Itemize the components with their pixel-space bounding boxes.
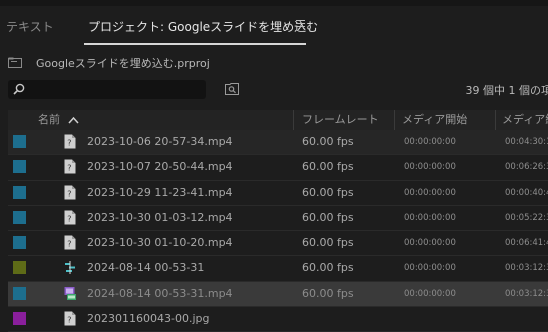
item-framerate: 60.00 fps [302,181,354,205]
item-framerate: 60.00 fps [302,206,354,230]
table-row[interactable]: ? 2023-10-07 20-50-44.mp4 60.00 fps 00:00:0… [8,155,548,180]
svg-text:?: ? [67,214,71,223]
item-media-duration: 00:00:40:46 [505,181,548,205]
label-color-swatch[interactable] [13,261,26,274]
active-tab-underline [84,43,306,45]
svg-text:?: ? [67,189,71,198]
column-divider[interactable] [495,110,496,130]
project-path-row: Googleスライドを埋め込む.prproj [0,52,548,72]
item-media-start: 00:00:00:00 [404,155,456,179]
sort-ascending-icon[interactable] [68,116,79,124]
item-name: 2023-10-06 20-57-34.mp4 [87,130,233,154]
table-header: 名前 フレームレート メディア開始 メディア継 [8,110,548,130]
item-media-start: 00:00:00:00 [404,206,456,230]
sequence-icon [64,260,76,275]
item-count: 39 個中 1 個の項 [466,82,548,98]
item-framerate: 60.00 fps [302,155,354,179]
search-icon [13,83,25,95]
file-icon: ? [64,159,76,174]
table-row[interactable]: ? 2023-10-30 01-03-12.mp4 60.00 fps 00:00:0… [8,206,548,231]
file-icon: ? [64,235,76,250]
item-name: 2023-10-30 01-03-12.mp4 [87,206,233,230]
item-media-start: 00:00:00:00 [404,181,456,205]
label-color-swatch[interactable] [13,287,26,300]
clip-icon [64,286,76,301]
item-media-start: 00:00:00:00 [404,256,456,280]
file-icon: ? [64,311,76,326]
panel-menu-icon[interactable] [296,19,306,29]
svg-text:?: ? [67,164,71,173]
column-divider[interactable] [293,110,294,130]
table-row[interactable]: ? 2023-10-29 11-23-41.mp4 60.00 fps 00:00:0… [8,181,548,206]
table-row[interactable]: ? 202301160043-00.jpg [8,307,548,332]
label-color-swatch[interactable] [13,312,26,325]
table-body: ? 2023-10-06 20-57-34.mp4 60.00 fps 00:00:0… [8,130,548,332]
item-name: 2023-10-07 20-50-44.mp4 [87,155,233,179]
tab-project[interactable]: プロジェクト: Googleスライドを埋め込む [88,18,318,35]
search-input[interactable] [8,80,206,99]
panel-tab-bar: テキスト プロジェクト: Googleスライドを埋め込む [0,6,548,46]
item-name: 2024-08-14 00-53-31 [87,256,204,280]
svg-text:?: ? [67,316,71,325]
item-media-start: 00:00:00:00 [404,282,456,306]
item-name: 2023-10-29 11-23-41.mp4 [87,181,233,205]
label-color-swatch[interactable] [13,186,26,199]
item-name: 2024-08-14 00-53-31.mp4 [87,282,233,306]
item-media-duration: 00:04:30:15 [505,130,548,154]
column-header-media-duration[interactable]: メディア継 [502,110,548,130]
file-icon: ? [64,134,76,149]
svg-text:?: ? [67,240,71,249]
label-color-swatch[interactable] [13,236,26,249]
item-framerate: 60.00 fps [302,256,354,280]
item-media-duration: 00:03:12:30 [505,282,548,306]
file-icon: ? [64,185,76,200]
column-header-media-start[interactable]: メディア開始 [402,110,467,130]
label-color-swatch[interactable] [13,160,26,173]
item-name: 202301160043-00.jpg [87,307,209,331]
table-row[interactable]: ? 2023-10-30 01-10-20.mp4 60.00 fps 00:00:0… [8,231,548,256]
column-divider[interactable] [394,110,395,130]
svg-text:?: ? [67,139,71,148]
project-file-name: Googleスライドを埋め込む.prproj [36,55,210,71]
item-framerate: 60.00 fps [302,282,354,306]
table-row[interactable]: 2024-08-14 00-53-31.mp4 60.00 fps 00:00:00… [8,282,548,307]
label-color-swatch[interactable] [13,211,26,224]
item-media-start: 00:00:00:00 [404,130,456,154]
file-icon: ? [64,210,76,225]
label-color-swatch[interactable] [13,135,26,148]
item-media-duration: 00:05:22:39 [505,206,548,230]
column-header-framerate[interactable]: フレームレート [302,110,379,130]
project-folder-icon [8,57,22,68]
project-items-table: 名前 フレームレート メディア開始 メディア継 ? 2023-10-06 20-5… [8,110,548,332]
item-framerate: 60.00 fps [302,231,354,255]
table-row[interactable]: 2024-08-14 00-53-31 60.00 fps 00:00:00:00 0… [8,256,548,281]
item-framerate: 60.00 fps [302,130,354,154]
table-row[interactable]: ? 2023-10-06 20-57-34.mp4 60.00 fps 00:00:0… [8,130,548,155]
item-media-duration: 00:03:12:30 [505,256,548,280]
item-media-start: 00:00:00:00 [404,231,456,255]
new-search-bin-icon[interactable] [225,82,239,95]
tab-text[interactable]: テキスト [6,18,54,35]
item-name: 2023-10-30 01-10-20.mp4 [87,231,233,255]
item-media-duration: 00:06:41:40 [505,231,548,255]
item-media-duration: 00:06:26:30 [505,155,548,179]
column-header-name[interactable]: 名前 [38,110,60,130]
